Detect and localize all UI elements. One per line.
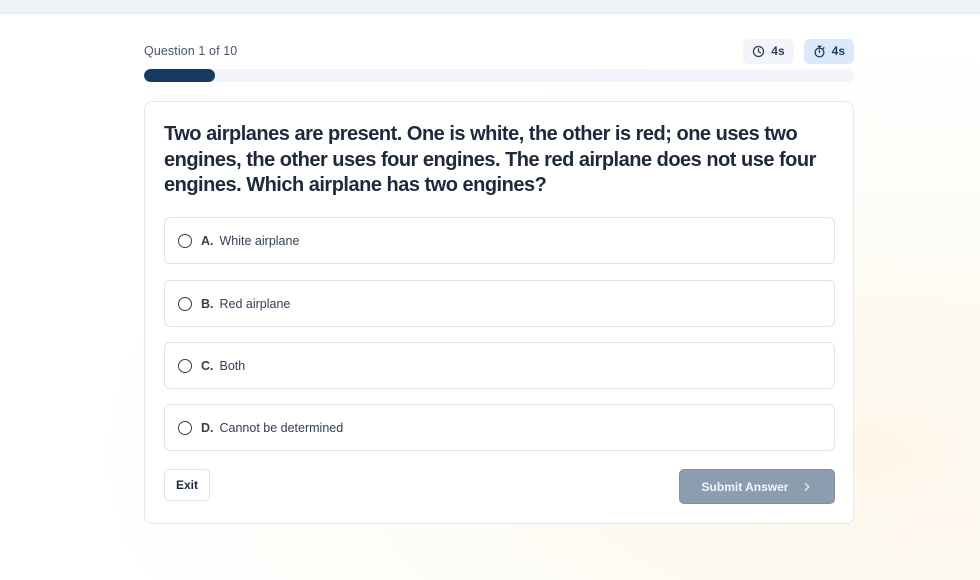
question-timer-badge: 4s bbox=[803, 38, 854, 64]
option-letter: D. bbox=[201, 420, 214, 435]
radio-button-icon[interactable] bbox=[178, 233, 192, 248]
question-text: Two airplanes are present. One is white,… bbox=[164, 123, 816, 196]
question-counter: Question 1 of 10 bbox=[144, 44, 238, 58]
option-letter: B. bbox=[201, 296, 214, 311]
answer-option-b[interactable]: B. Red airplane bbox=[164, 280, 835, 327]
radio-button-icon[interactable] bbox=[178, 358, 192, 373]
submit-answer-button[interactable]: Submit Answer bbox=[679, 469, 835, 504]
option-text: Both bbox=[219, 358, 246, 373]
elapsed-timer-badge: 4s bbox=[743, 38, 794, 64]
top-bar bbox=[0, 0, 980, 14]
option-text: Cannot be determined bbox=[219, 420, 344, 435]
stopwatch-icon bbox=[814, 45, 825, 58]
chevron-right-icon bbox=[805, 482, 811, 491]
progress-bar bbox=[144, 69, 854, 82]
clock-icon bbox=[753, 45, 765, 57]
answer-option-d[interactable]: D. Cannot be determined bbox=[164, 404, 835, 451]
option-letter: C. bbox=[201, 358, 214, 373]
option-letter: A. bbox=[201, 233, 214, 248]
answer-option-a[interactable]: A. White airplane bbox=[164, 217, 835, 264]
radio-button-icon[interactable] bbox=[178, 420, 192, 435]
option-text: White airplane bbox=[219, 233, 300, 248]
option-text: Red airplane bbox=[219, 296, 291, 311]
question-card: Two airplanes are present. One is white,… bbox=[144, 101, 854, 524]
elapsed-timer-value: 4s bbox=[771, 44, 785, 58]
submit-answer-label: Submit Answer bbox=[701, 479, 789, 494]
answer-option-c[interactable]: C. Both bbox=[164, 342, 835, 389]
question-timer-value: 4s bbox=[831, 44, 845, 58]
radio-button-icon[interactable] bbox=[178, 296, 192, 311]
exit-button[interactable]: Exit bbox=[164, 469, 210, 501]
timers: 4s 4s bbox=[743, 38, 854, 64]
progress-bar-fill bbox=[144, 69, 215, 82]
quiz-header: Question 1 of 10 4s 4s bbox=[144, 38, 854, 64]
